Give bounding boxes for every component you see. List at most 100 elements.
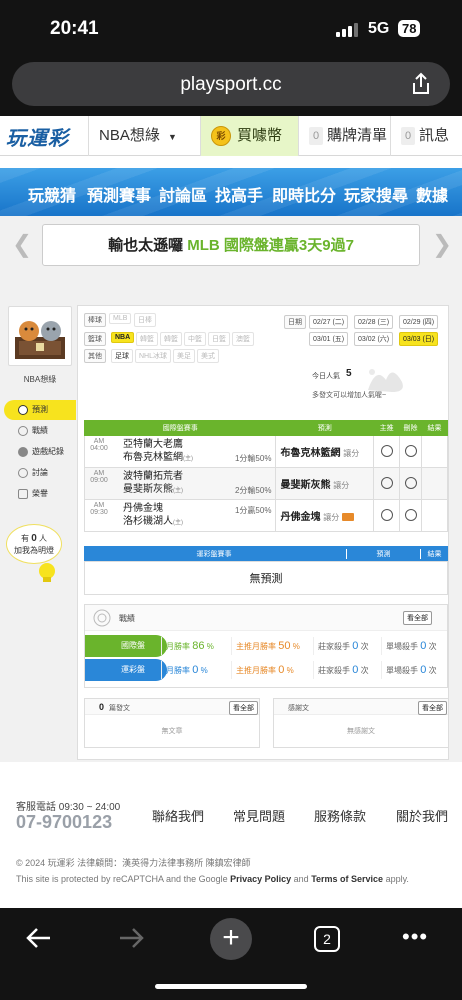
- lottery-table-header: 運彩盤賽事 預測 結果: [84, 546, 448, 561]
- messages-link[interactable]: 0 訊息: [390, 116, 462, 156]
- new-tab-plus-icon[interactable]: +: [210, 918, 252, 960]
- address-field[interactable]: playsport.cc: [12, 62, 450, 106]
- sidebar-item-honor[interactable]: 榮譽: [4, 484, 76, 504]
- menu-item-data[interactable]: 數據: [416, 182, 448, 206]
- filter-kr-basketball-2[interactable]: 韓籃: [160, 332, 182, 346]
- menu-item-player-search[interactable]: 玩家搜尋: [344, 182, 408, 206]
- chevron-left-icon[interactable]: ❮: [12, 230, 32, 259]
- buy-coins-button[interactable]: 彩買噱幣: [200, 116, 298, 156]
- copyright: © 2024 玩運彩 法律顧問：漢英得力法律事務所 陳鎮宏律師: [16, 858, 251, 868]
- main-pick-radio[interactable]: [380, 444, 393, 457]
- announcement-banner[interactable]: 輸也太遜囉 MLB 國際盤連贏3天9過7: [42, 224, 420, 266]
- posts-count: 0: [99, 702, 105, 712]
- odds: 1分輸50%: [234, 453, 272, 463]
- footer-link-faq[interactable]: 常見問題: [233, 806, 285, 825]
- game-time: AM 04:00: [90, 437, 108, 452]
- filter-au-basketball[interactable]: 澳籃: [232, 332, 254, 346]
- posts-label: 篇發文: [109, 705, 130, 712]
- sidebar-item-game-log[interactable]: 遊戲紀錄: [4, 442, 76, 462]
- col-header-result: 結果: [421, 420, 448, 436]
- intl-month-rate: 月勝率 86 %: [161, 637, 229, 655]
- pick-team: 布魯克林籃網: [280, 448, 341, 459]
- delete-radio[interactable]: [404, 476, 417, 489]
- pick-cell: 曼斐斯灰熊 讓分: [275, 467, 375, 500]
- result-cell: [421, 435, 448, 468]
- lottery-col-pick: 預測: [346, 549, 420, 559]
- thanks-panel: 感謝文 看全部 無感謝文: [273, 698, 449, 748]
- menu-item-live-score[interactable]: 即時比分: [272, 182, 336, 206]
- thanks-empty: 無感謝文: [347, 728, 375, 735]
- date-option[interactable]: 02/27 (二): [309, 315, 349, 329]
- chevron-right-icon[interactable]: ❯: [432, 230, 452, 259]
- coin-icon: 彩: [211, 126, 231, 147]
- forward-arrow-icon[interactable]: [118, 926, 146, 950]
- hotline-number[interactable]: 07-9700123: [16, 812, 112, 833]
- delete-radio[interactable]: [404, 508, 417, 521]
- username: NBA想綠: [23, 375, 57, 384]
- game-teams: 丹佛金塊 洛杉磯湖人(主) 1分贏50%: [113, 502, 275, 530]
- main-pick-cell: [373, 499, 401, 532]
- terms-of-service-link[interactable]: Terms of Service: [311, 874, 383, 884]
- privacy-policy-link[interactable]: Privacy Policy: [230, 874, 291, 884]
- team-home: 洛杉磯湖人: [123, 515, 173, 527]
- avatar-image: [15, 321, 65, 359]
- more-dots-icon[interactable]: •••: [402, 924, 428, 950]
- team-away: 亞特蘭大老鷹: [123, 438, 183, 450]
- col-header-delete: 刪除: [399, 420, 423, 436]
- browser-toolbar: + 2 •••: [0, 908, 462, 1000]
- avatar[interactable]: [8, 306, 72, 366]
- game-cell: AM 09:30 丹佛金塊 洛杉磯湖人(主) 1分贏50%: [83, 499, 277, 532]
- result-cell: [421, 499, 448, 532]
- filter-us-football[interactable]: 美足: [173, 349, 195, 363]
- menu-item-predict[interactable]: 預測賽事: [87, 182, 151, 206]
- record-tag-intl: 國際盤: [85, 635, 167, 657]
- filter-jp-basketball[interactable]: 日籃: [208, 332, 230, 346]
- team-home: 曼斐斯灰熊: [123, 483, 173, 495]
- footer-link-about[interactable]: 關於我們: [396, 806, 448, 825]
- filter-us-style[interactable]: 美式: [197, 349, 219, 363]
- filter-nhl[interactable]: NHL冰球: [135, 349, 172, 363]
- thanks-label: 感謝文: [288, 705, 309, 712]
- lottery-col-result: 結果: [420, 549, 448, 559]
- thanks-header: 感謝文 看全部: [274, 699, 448, 715]
- main-pick-radio[interactable]: [380, 508, 393, 521]
- filter-kr-basketball[interactable]: 韓籃: [136, 332, 158, 346]
- date-option[interactable]: 02/29 (四): [399, 315, 439, 329]
- game-row: AM 09:00 波特蘭拓荒者 曼斐斯灰熊(主) 2分輸50% 曼斐斯灰熊 讓分: [83, 467, 448, 500]
- sidebar-item-discussion[interactable]: 討論: [4, 463, 76, 483]
- share-icon[interactable]: [410, 72, 432, 96]
- tabs-button[interactable]: 2: [314, 926, 340, 952]
- footer-link-terms[interactable]: 服務條款: [314, 806, 366, 825]
- filter-cn-basketball[interactable]: 中籃: [184, 332, 206, 346]
- filter-mlb[interactable]: MLB: [109, 313, 132, 324]
- filter-soccer[interactable]: 足球: [111, 349, 133, 363]
- menu-item-experts[interactable]: 找高手: [215, 182, 263, 206]
- date-option[interactable]: 03/01 (五): [309, 332, 349, 346]
- date-option[interactable]: 03/02 (六): [354, 332, 394, 346]
- sidebar-item-predict[interactable]: 預測: [4, 400, 76, 420]
- fans-count: 0: [31, 533, 37, 544]
- filter-nba[interactable]: NBA: [111, 332, 135, 343]
- main-pick-radio[interactable]: [380, 476, 393, 489]
- battery-icon: 78: [398, 20, 421, 37]
- menu-item-forum[interactable]: 討論區: [159, 182, 207, 206]
- sport-select[interactable]: NBA想綠 ▼: [88, 116, 200, 156]
- game-teams: 波特蘭拓荒者 曼斐斯灰熊(主) 2分輸50%: [113, 470, 275, 498]
- footer-link-contact[interactable]: 聯絡我們: [152, 806, 204, 825]
- follow-lamp-button[interactable]: 有 0 人 加我為明燈: [6, 524, 62, 564]
- date-option[interactable]: 02/28 (三): [354, 315, 394, 329]
- date-option-selected[interactable]: 03/03 (日): [399, 332, 439, 346]
- filter-jp-baseball[interactable]: 日棒: [134, 313, 156, 327]
- sidebar-item-record[interactable]: 戰績: [4, 421, 76, 441]
- back-arrow-icon[interactable]: [24, 926, 52, 950]
- delete-radio[interactable]: [404, 444, 417, 457]
- posts-view-all-button[interactable]: 看全部: [229, 701, 258, 715]
- orders-link[interactable]: 0 購牌清單: [298, 116, 390, 156]
- record-view-all-button[interactable]: 看全部: [403, 611, 432, 625]
- thanks-view-all-button[interactable]: 看全部: [418, 701, 447, 715]
- site-logo[interactable]: 玩運彩: [6, 122, 78, 150]
- menu-item-guess[interactable]: 玩競猜: [28, 182, 76, 206]
- lottery-empty: 無預測: [84, 561, 448, 595]
- team-home: 布魯克林籃網: [123, 451, 183, 463]
- intl-main-rate: 主推月勝率 50 %: [231, 637, 313, 655]
